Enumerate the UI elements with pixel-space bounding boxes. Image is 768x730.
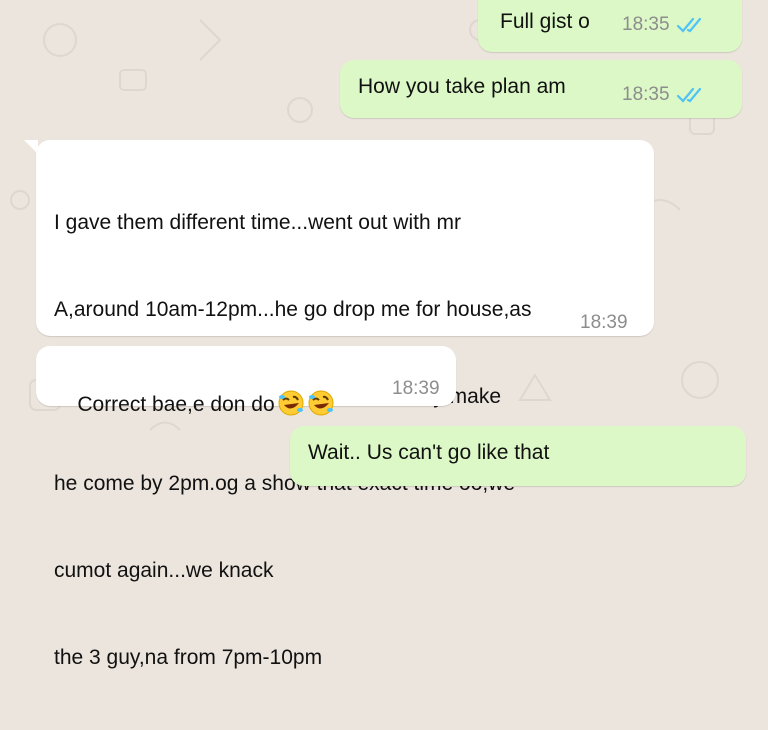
message-line: cumot again...we knack <box>54 559 274 582</box>
double-check-read-icon <box>676 17 701 33</box>
message-line: A,around 10am-12pm...he go drop me for h… <box>54 298 532 321</box>
message-meta: 18:39 <box>580 308 628 337</box>
message-text-content: Correct bae,e don do <box>77 393 275 416</box>
message-time: 18:35 <box>622 84 670 105</box>
rolling-on-floor-laughing-emoji <box>278 390 304 416</box>
message-text: Wait.. Us can't go like that <box>308 441 550 464</box>
message-line: the 3 guy,na from 7pm-10pm <box>54 646 323 669</box>
message-time: 18:39 <box>392 378 440 399</box>
double-check-read-icon <box>676 87 701 103</box>
message-time: 18:35 <box>622 14 670 35</box>
message-time: 18:39 <box>580 312 628 333</box>
message-bubble-outgoing[interactable]: How you take plan am 18:35 <box>340 60 742 118</box>
message-bubble-outgoing[interactable]: Full gist o 18:35 <box>478 0 742 52</box>
rolling-on-floor-laughing-emoji <box>308 390 334 416</box>
message-meta: 18:35 <box>622 10 706 39</box>
message-meta: 18:39 <box>392 374 440 403</box>
message-meta: 18:35 <box>622 80 706 109</box>
message-line: I gave them different time...went out wi… <box>54 211 461 234</box>
message-bubble-incoming[interactable]: Correct bae,e don do 18:39 <box>36 346 456 416</box>
message-text: How you take plan am <box>358 75 566 98</box>
message-bubble-incoming[interactable]: I gave them different time...went out wi… <box>36 140 654 669</box>
message-bubble-outgoing[interactable]: Wait.. Us can't go like that <box>290 426 746 486</box>
message-text: Full gist o <box>500 10 590 33</box>
